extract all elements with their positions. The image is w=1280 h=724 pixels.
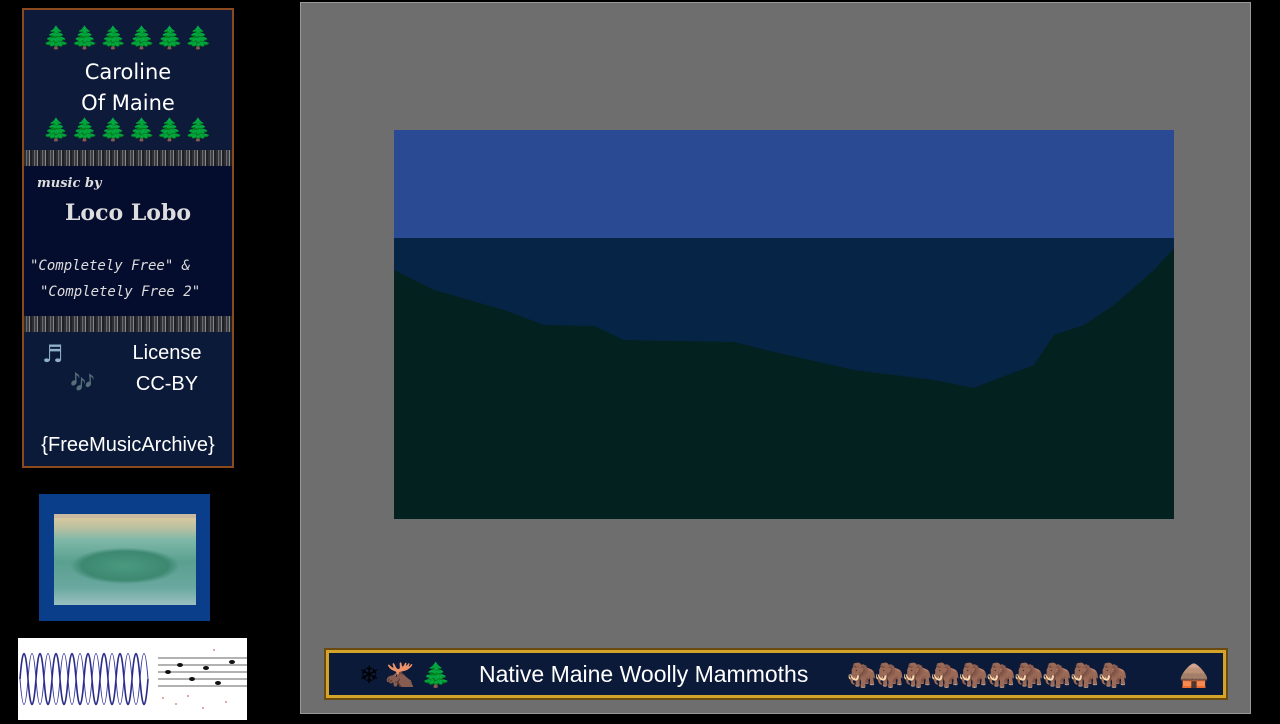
album-line-1: "Completely Free" & <box>30 258 191 274</box>
music-by-label: music by <box>37 176 102 191</box>
pine-trees-icon-row: 🌲🌲🌲🌲🌲🌲 <box>42 26 214 51</box>
ticker-text: Native Maine Woolly Mammoths <box>479 661 809 687</box>
painting-thumbnail <box>54 514 196 605</box>
hut-icon: 🛖 <box>1179 661 1209 689</box>
divider <box>24 316 232 332</box>
album-line-2: "Completely Free 2" <box>40 284 201 300</box>
audio-waveform-icon <box>18 638 247 720</box>
music-note-icon: ♬ <box>42 340 64 368</box>
music-notes-icon: 🎶 <box>70 370 95 394</box>
pine-trees-icon-row: 🌲🌲🌲🌲🌲🌲 <box>42 118 214 143</box>
divider <box>24 150 232 166</box>
license-section: ♬ 🎶 License CC-BY {FreeMusicArchive} <box>24 332 232 466</box>
ticker-banner: ❄🫎🌲 Native Maine Woolly Mammoths 🦣🦣🦣🦣🦣🦣🦣… <box>324 648 1228 700</box>
artist-name: Loco Lobo <box>64 200 192 226</box>
license-label: License <box>132 342 202 364</box>
source-label: {FreeMusicArchive} <box>41 434 215 456</box>
snowflake-moose-tree-icons: ❄🫎🌲 <box>359 661 457 689</box>
thumbnail-frame <box>39 494 210 621</box>
song-title-line-1: Caroline <box>84 60 172 84</box>
mammoth-icons: 🦣🦣🦣🦣🦣🦣🦣🦣🦣🦣 <box>847 661 1128 689</box>
song-title-line-2: Of Maine <box>81 91 175 115</box>
landscape-scene <box>394 130 1174 519</box>
credits-section: music by Loco Lobo "Completely Free" & "… <box>24 166 232 316</box>
sky <box>394 130 1174 238</box>
video-frame: ❄🫎🌲 Native Maine Woolly Mammoths 🦣🦣🦣🦣🦣🦣🦣… <box>300 2 1251 714</box>
waveform-graphic <box>19 649 247 709</box>
license-value: CC-BY <box>135 373 199 395</box>
info-card: 🌲🌲🌲🌲🌲🌲 Caroline Of Maine 🌲🌲🌲🌲🌲🌲 music by… <box>22 8 234 468</box>
